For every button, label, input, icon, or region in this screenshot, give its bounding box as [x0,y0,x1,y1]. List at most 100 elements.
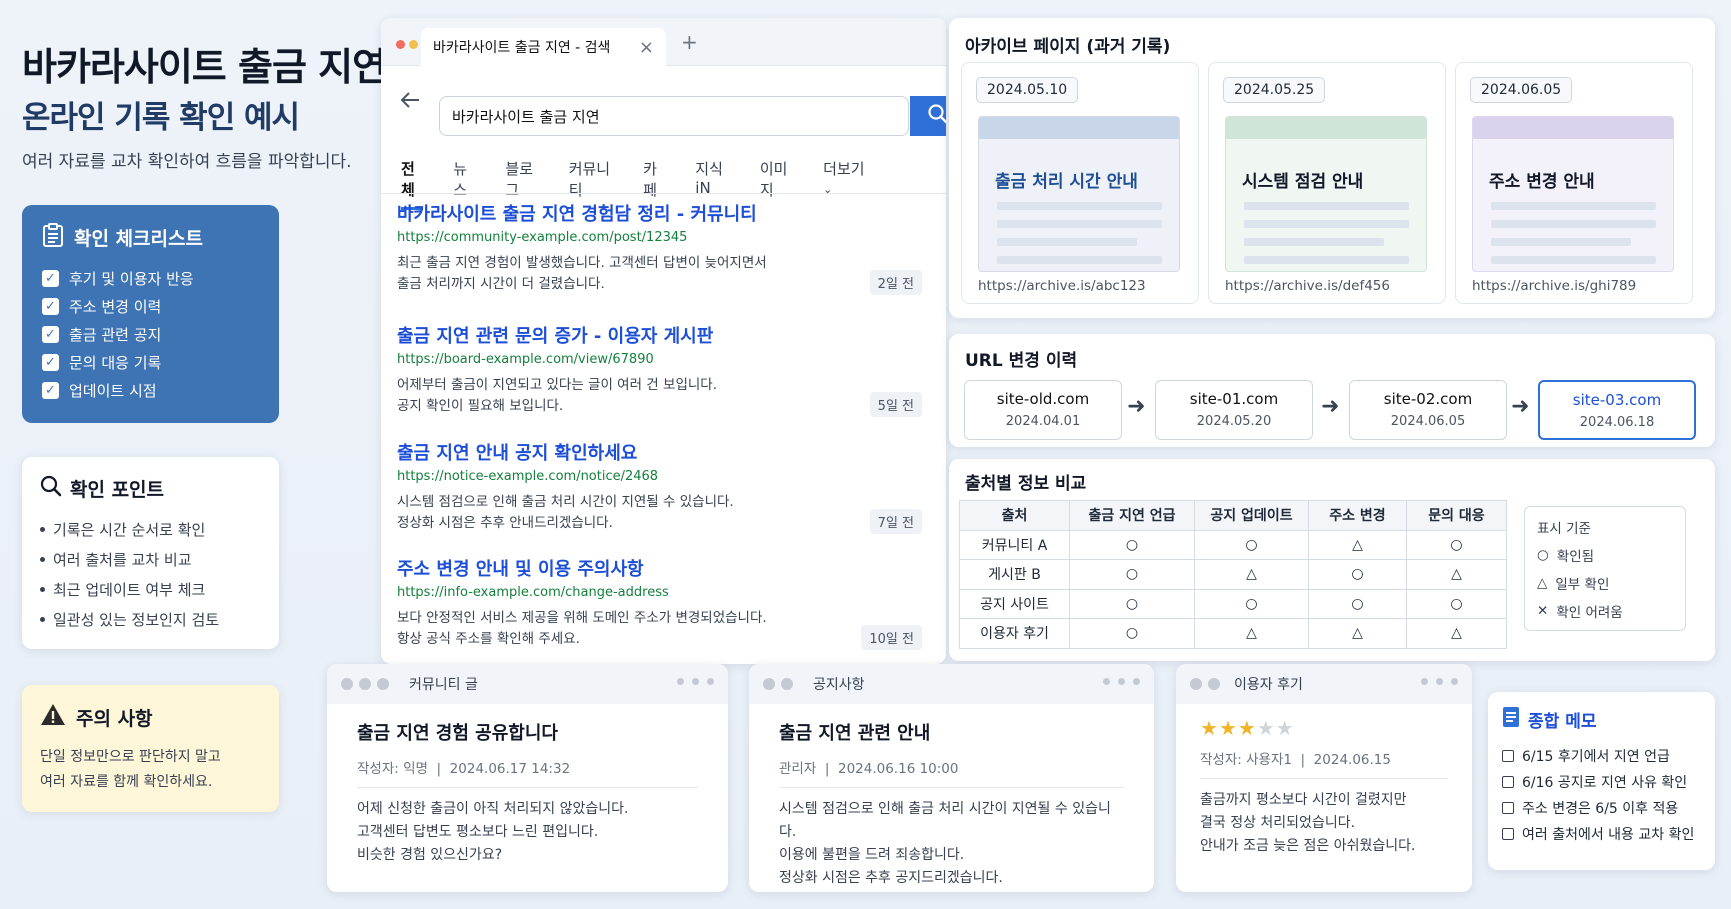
memo-label: 여러 출처에서 내용 교차 확인 [1522,827,1695,843]
post-line: 시스템 점검으로 인해 출금 처리 시간이 지연될 수 있습니다. [779,801,1111,840]
archive-card[interactable]: 2024.05.25 시스템 점검 안내 https://archive.is/… [1208,62,1446,304]
checklist-item[interactable]: ✓ 문의 대응 기록 [42,348,259,376]
checkbox-icon[interactable] [1502,802,1514,814]
result-time-badge: 10일 전 [861,625,922,650]
search-result[interactable]: 주소 변경 안내 및 이용 주의사항 https://info-example.… [397,555,922,650]
result-desc: 어제부터 출금이 지연되고 있다는 글이 여러 건 보입니다. [397,377,717,393]
checklist-label: 출금 관련 공지 [69,325,162,344]
checkbox-checked-icon[interactable]: ✓ [42,297,59,315]
result-url[interactable]: https://board-example.com/view/67890 [397,352,922,367]
search-input[interactable]: 바카라사이트 출금 지연 [439,96,946,136]
window-dot[interactable] [763,678,775,690]
checkbox-checked-icon[interactable]: ✓ [42,381,59,399]
window-minimize-dot[interactable] [409,40,418,49]
checkbox-icon[interactable] [1502,776,1514,788]
review-post-window: 이용자 후기 ★★★★★ 작성자: 사용자1 | 2024.06.15 출금까지… [1176,664,1472,892]
table-cell: ○ [1308,559,1407,590]
memo-item[interactable]: 6/15 후기에서 지연 언급 [1502,743,1701,769]
archive-card[interactable]: 2024.05.10 출금 처리 시간 안내 https://archive.i… [961,62,1199,304]
table-cell: △ [1406,618,1507,649]
archive-heading: 시스템 점검 안내 [1242,172,1364,192]
post-meta: 작성자: 익명 | 2024.06.17 14:32 [357,757,698,788]
more-dots-icon[interactable] [1103,678,1140,685]
caution-text: 여러 자료를 함께 확인하세요. [40,774,213,790]
search-icon [40,475,62,502]
star-filled-icon: ★ [1200,716,1219,740]
search-result[interactable]: 출금 지연 관련 문의 증가 - 이용자 게시판 https://board-e… [397,322,922,417]
checkbox-checked-icon[interactable]: ✓ [42,269,59,287]
archive-url[interactable]: https://archive.is/abc123 [978,278,1146,294]
more-dots-icon[interactable] [1421,678,1458,685]
archive-url[interactable]: https://archive.is/ghi789 [1472,278,1636,294]
url-history-item[interactable]: site-old.com 2024.04.01 [964,380,1122,440]
browser-tab[interactable]: 바카라사이트 출금 지연 - 검색 × [421,28,666,66]
archive-panel: 아카이브 페이지 (과거 기록) 2024.05.10 출금 처리 시간 안내 … [949,18,1715,318]
result-url[interactable]: https://info-example.com/change-address [397,585,922,600]
result-title[interactable]: 출금 지연 안내 공지 확인하세요 [397,439,922,465]
star-empty-icon: ★ [1275,716,1295,740]
table-cell: 이용자 후기 [959,618,1070,649]
post-author: 작성자: 사용자1 [1200,752,1292,768]
memo-item[interactable]: 여러 출처에서 내용 교차 확인 [1502,821,1701,847]
checklist-label: 주소 변경 이력 [69,297,162,316]
window-dot[interactable] [377,678,389,690]
result-title[interactable]: 주소 변경 안내 및 이용 주의사항 [397,555,922,581]
checkbox-icon[interactable] [1502,828,1514,840]
points-panel: 확인 포인트 기록은 시간 순서로 확인 여러 출처를 교차 비교 최근 업데이… [22,457,279,649]
search-query: 바카라사이트 출금 지연 [452,107,600,126]
checklist-item[interactable]: ✓ 출금 관련 공지 [42,320,259,348]
legend-label: 확인됨 [1556,549,1595,565]
column-header: 출금 지연 언급 [1069,500,1195,531]
window-dot[interactable] [1190,678,1202,690]
result-title[interactable]: 출금 지연 관련 문의 증가 - 이용자 게시판 [397,322,922,348]
table-cell: ○ [1194,529,1309,560]
result-url[interactable]: https://notice-example.com/notice/2468 [397,469,922,484]
result-desc: 공지 확인이 필요해 보입니다. [397,398,564,414]
post-line: 정상화 시점은 추후 공지드리겠습니다. [779,870,1003,886]
column-header: 문의 대응 [1406,500,1507,531]
memo-item[interactable]: 6/16 공지로 지연 사유 확인 [1502,769,1701,795]
new-tab-button[interactable]: + [681,30,698,54]
window-dot[interactable] [359,678,371,690]
checkbox-icon[interactable] [1502,750,1514,762]
url-history-item-current[interactable]: site-03.com 2024.06.18 [1538,380,1696,440]
checklist-item[interactable]: ✓ 주소 변경 이력 [42,292,259,320]
post-line: 이용에 불편을 드려 죄송합니다. [779,847,965,863]
notice-post-window: 공지사항 출금 지연 관련 안내 관리자 | 2024.06.16 10:00 … [749,664,1154,892]
post-line: 결국 정상 처리되었습니다. [1200,815,1356,831]
browser-tab-bar: 바카라사이트 출금 지연 - 검색 × + [381,18,946,66]
archive-thumbnail: 시스템 점검 안내 [1225,116,1427,272]
result-url[interactable]: https://community-example.com/post/12345 [397,230,922,245]
checkbox-checked-icon[interactable]: ✓ [42,353,59,371]
result-time-badge: 2일 전 [869,270,922,295]
more-dots-icon[interactable] [677,678,714,685]
url-history-item[interactable]: site-02.com 2024.06.05 [1349,380,1507,440]
url-history-item[interactable]: site-01.com 2024.05.20 [1155,380,1313,440]
document-icon [1502,706,1520,733]
checkbox-checked-icon[interactable]: ✓ [42,325,59,343]
tab-title: 바카라사이트 출금 지연 - 검색 [433,40,611,56]
back-arrow-icon[interactable] [399,90,421,116]
table-cell: ○ [1406,529,1507,560]
memo-item[interactable]: 주소 변경은 6/5 이후 적용 [1502,795,1701,821]
archive-thumbnail: 출금 처리 시간 안내 [978,116,1180,272]
legend-item: ○ 확인됨 [1537,545,1673,565]
url-date: 2024.05.20 [1196,414,1272,429]
close-icon[interactable]: × [639,37,654,58]
result-title[interactable]: 바카라사이트 출금 지연 경험담 정리 - 커뮤니티 [397,200,922,226]
checklist-title: 확인 체크리스트 [74,228,203,250]
window-dot[interactable] [1208,678,1220,690]
window-close-dot[interactable] [396,40,405,49]
search-result[interactable]: 바카라사이트 출금 지연 경험담 정리 - 커뮤니티 https://commu… [397,200,922,295]
archive-url[interactable]: https://archive.is/def456 [1225,278,1390,294]
checklist-item[interactable]: ✓ 업데이트 시점 [42,376,259,404]
column-header: 공지 업데이트 [1194,500,1309,531]
archive-card[interactable]: 2024.06.05 주소 변경 안내 https://archive.is/g… [1455,62,1693,304]
search-result[interactable]: 출금 지연 안내 공지 확인하세요 https://notice-example… [397,439,922,534]
search-button[interactable] [910,96,946,136]
page-title: 바카라사이트 출금 지연 [22,45,387,89]
compare-table: 출처 출금 지연 언급 공지 업데이트 주소 변경 문의 대응 커뮤니티 A ○ ○… [959,500,1507,649]
window-dot[interactable] [781,678,793,690]
window-dot[interactable] [341,678,353,690]
checklist-item[interactable]: ✓ 후기 및 이용자 반응 [42,264,259,292]
